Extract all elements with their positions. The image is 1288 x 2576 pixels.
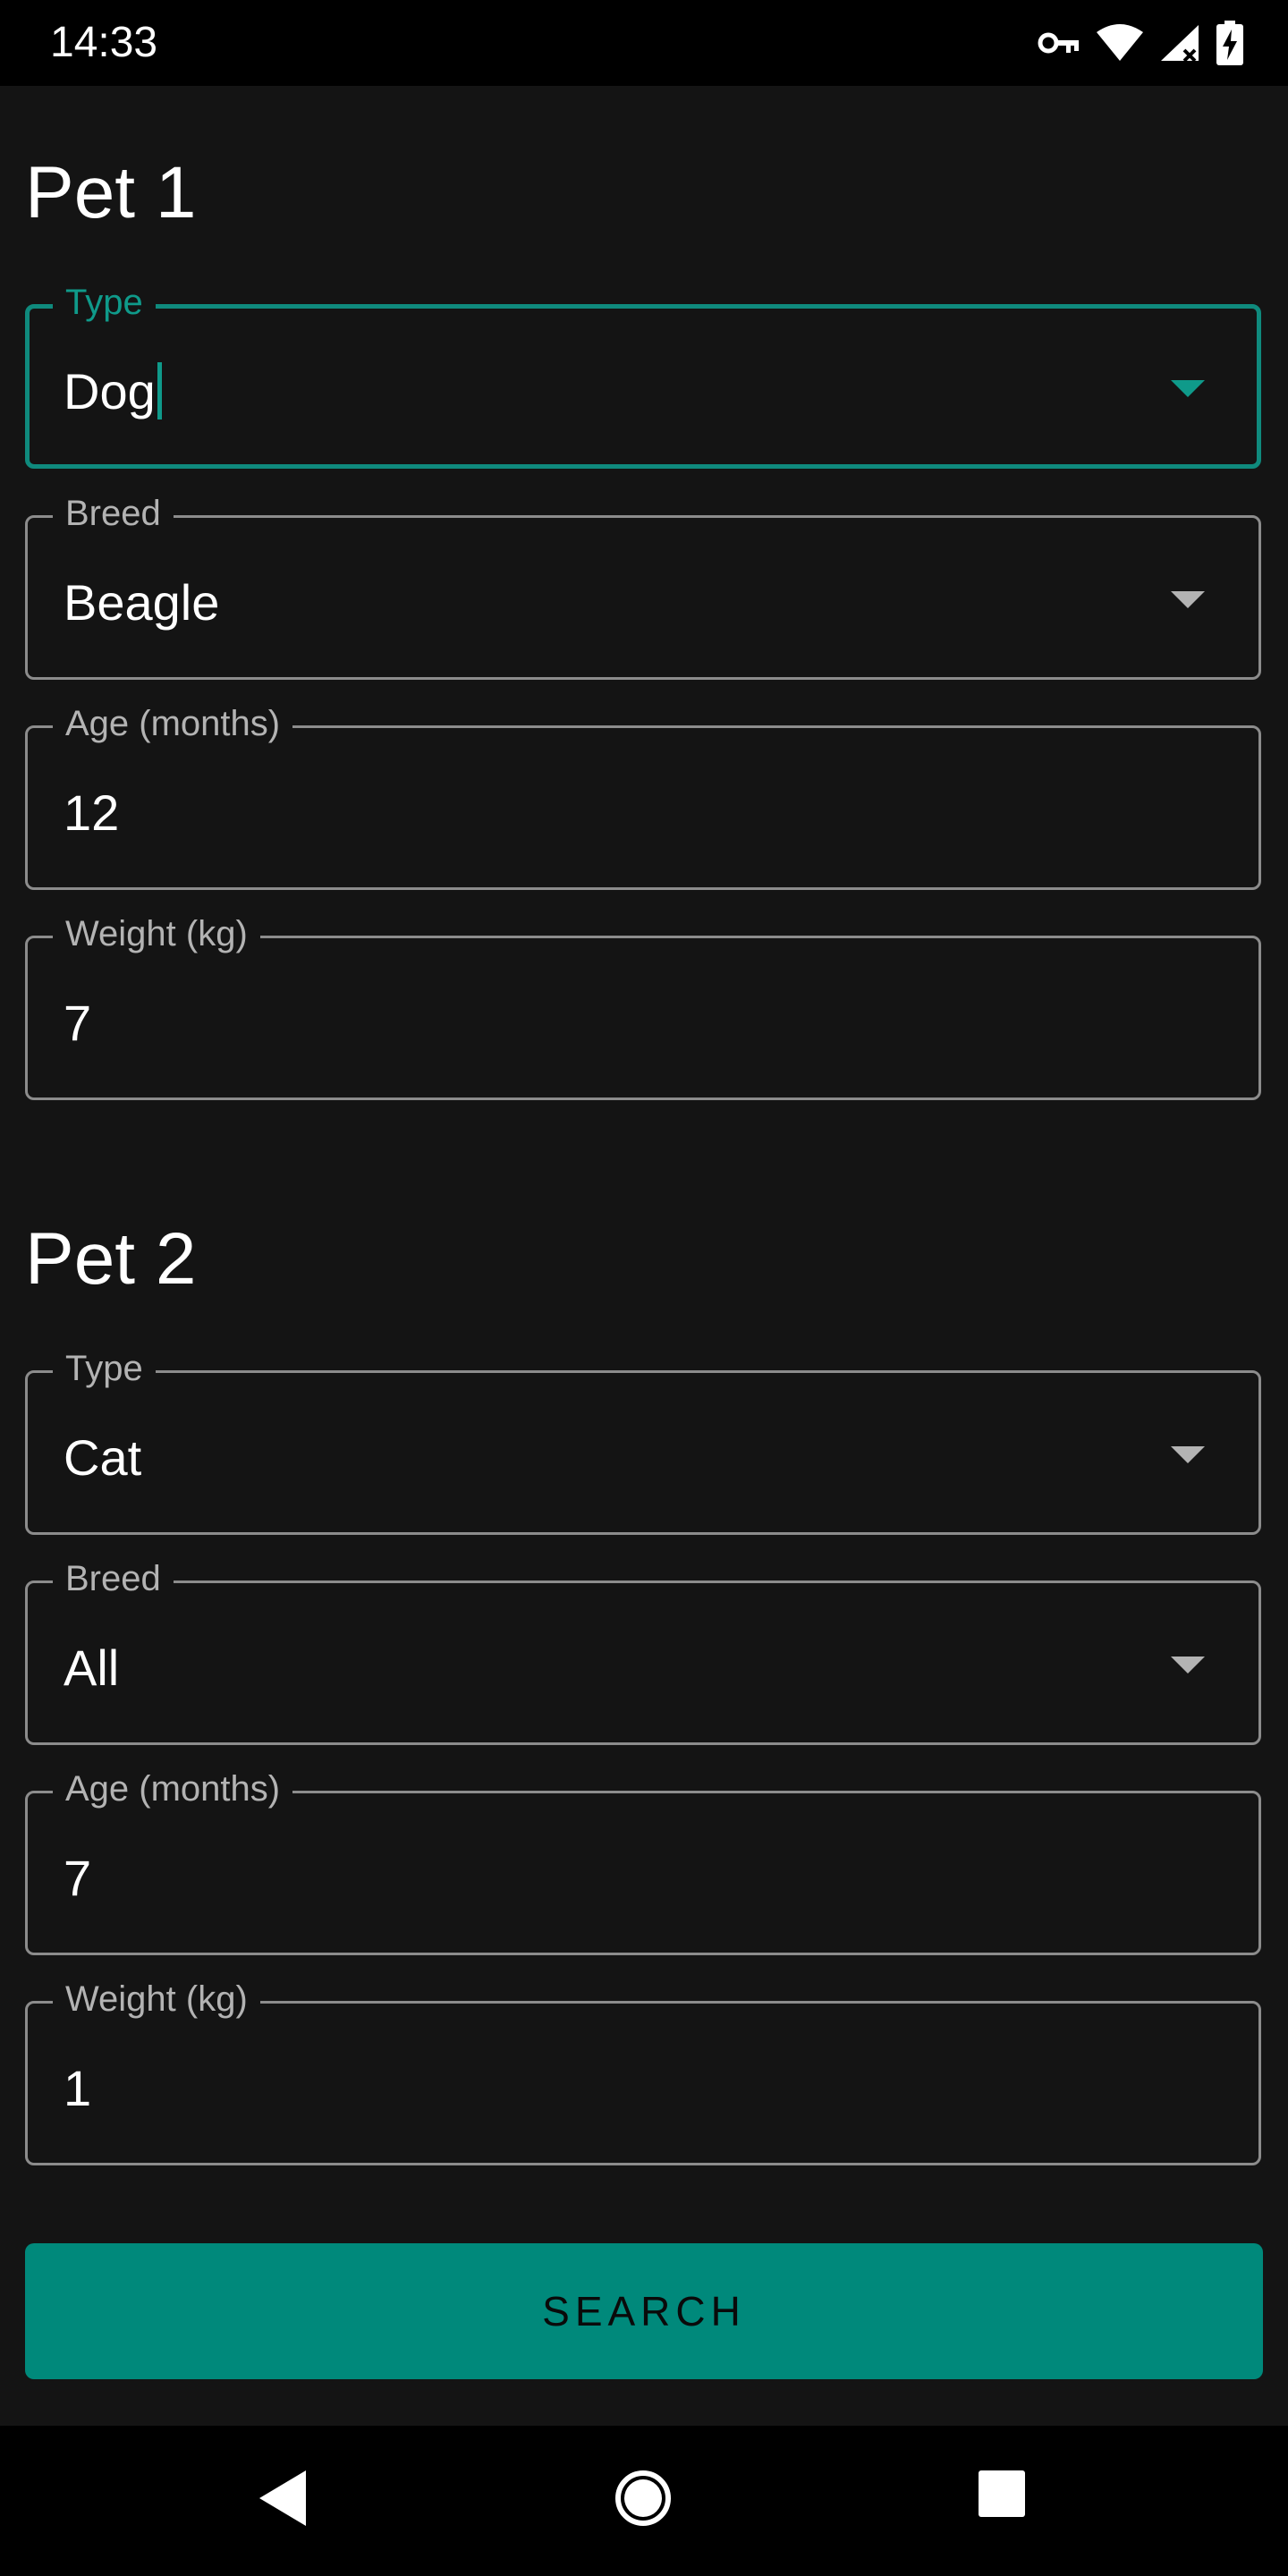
back-icon[interactable] <box>256 2469 308 2532</box>
pet-form: Pet 1 Type Dog Breed Beagle Age (months)… <box>0 86 1288 2426</box>
pet-1-type-value: Dog <box>64 363 156 419</box>
navigation-bar <box>0 2426 1288 2576</box>
pet-2-weight-label: Weight (kg) <box>53 1977 260 2021</box>
pet-2-type-dropdown[interactable]: Type Cat <box>25 1346 1261 1535</box>
status-icons <box>1038 20 1243 66</box>
pet-2-weight-value: 1 <box>64 2060 92 2116</box>
pet-1-type-label: Type <box>53 280 156 325</box>
pet-2-type-label: Type <box>53 1346 156 1391</box>
battery-charging-icon <box>1216 21 1243 65</box>
pet-2-breed-value: All <box>64 1640 120 1696</box>
pet-1-age-label: Age (months) <box>53 701 293 746</box>
search-button[interactable]: SEARCH <box>25 2243 1263 2379</box>
wifi-icon <box>1097 23 1143 63</box>
pet-1-breed-label: Breed <box>53 491 174 536</box>
pet-2-breed-label: Breed <box>53 1556 174 1601</box>
pet-2-age-label: Age (months) <box>53 1767 293 1811</box>
status-bar: 14:33 <box>0 0 1288 86</box>
dropdown-arrow-icon[interactable] <box>1171 591 1205 608</box>
pet-2-age-value: 7 <box>64 1850 92 1906</box>
pet-2-type-value: Cat <box>64 1429 142 1486</box>
pet-1-weight-value: 7 <box>64 995 92 1051</box>
pet-1-breed-dropdown[interactable]: Breed Beagle <box>25 491 1261 680</box>
dropdown-arrow-icon[interactable] <box>1171 1657 1205 1674</box>
pet-2-age-input[interactable]: Age (months) 7 <box>25 1767 1261 1955</box>
pet-2-weight-input[interactable]: Weight (kg) 1 <box>25 1977 1261 2165</box>
pet-1-weight-label: Weight (kg) <box>53 911 260 956</box>
pet-1-age-input[interactable]: Age (months) 12 <box>25 701 1261 890</box>
dropdown-arrow-icon[interactable] <box>1171 380 1205 397</box>
pet-1-breed-value: Beagle <box>64 574 220 631</box>
pet-1-type-dropdown[interactable]: Type Dog <box>25 280 1261 469</box>
text-cursor <box>157 362 162 419</box>
dropdown-arrow-icon[interactable] <box>1171 1446 1205 1463</box>
cell-signal-icon <box>1159 23 1200 63</box>
pet-2-title: Pet 2 <box>25 1218 197 1300</box>
recents-icon[interactable] <box>977 2469 1027 2523</box>
status-time: 14:33 <box>50 19 158 66</box>
pet-1-title: Pet 1 <box>25 152 197 233</box>
pet-1-type-value-wrap: Dog <box>64 362 162 421</box>
pet-2-breed-dropdown[interactable]: Breed All <box>25 1556 1261 1745</box>
vpn-key-icon <box>1038 30 1080 56</box>
pet-1-weight-input[interactable]: Weight (kg) 7 <box>25 911 1261 1100</box>
pet-1-age-value: 12 <box>64 784 120 841</box>
home-icon[interactable] <box>614 2469 673 2532</box>
